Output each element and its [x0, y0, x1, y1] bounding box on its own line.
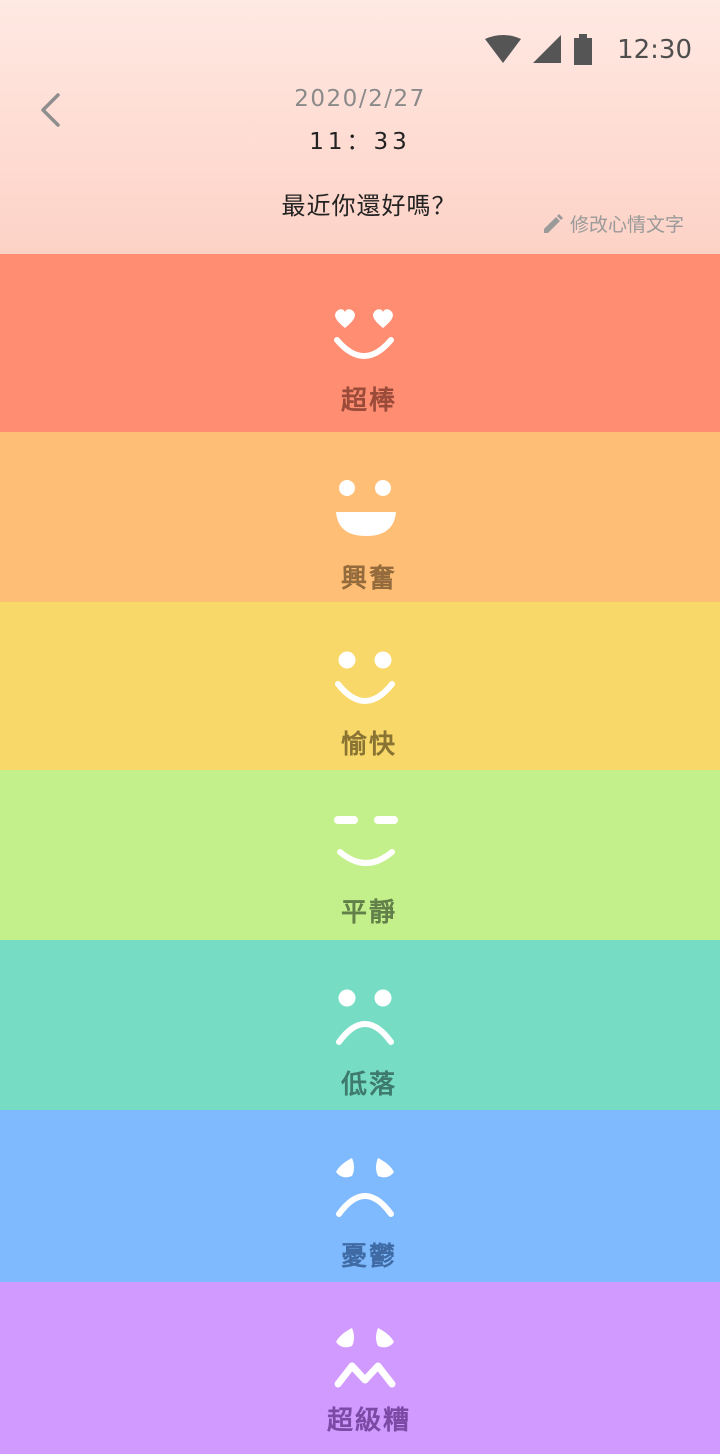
pencil-icon	[543, 213, 563, 233]
mood-option-terrible[interactable]: 超級糟	[0, 1282, 720, 1454]
big-grin-icon	[336, 480, 396, 536]
calm-face-icon	[334, 816, 398, 866]
header: 12:30 2020/2/27 11：33 最近你還好嗎？ 修改心情文字	[0, 0, 720, 254]
mood-label: 超棒	[340, 386, 397, 416]
mood-option-great[interactable]: 超棒	[0, 254, 720, 432]
mood-option-happy[interactable]: 愉快	[0, 602, 720, 770]
status-bar: 12:30	[485, 28, 692, 72]
mood-option-calm[interactable]: 平靜	[0, 770, 720, 940]
mood-label: 低落	[340, 1070, 397, 1100]
mood-option-down[interactable]: 低落	[0, 940, 720, 1110]
smile-icon	[335, 651, 395, 704]
mood-option-depressed[interactable]: 憂鬱	[0, 1110, 720, 1282]
mood-label: 平靜	[340, 898, 397, 928]
wifi-icon	[485, 35, 522, 63]
battery-icon	[574, 34, 593, 65]
mood-label: 興奮	[340, 564, 397, 594]
cell-signal-icon	[533, 35, 562, 63]
edit-mood-text-label: 修改心情文字	[569, 214, 684, 236]
mood-label: 超級糟	[326, 1406, 411, 1436]
entry-date: 2020/2/27	[294, 86, 426, 112]
edit-mood-text-button[interactable]: 修改心情文字	[542, 210, 684, 237]
entry-time: 11：33	[309, 129, 411, 155]
mood-list: 超棒 興奮 愉快 平靜 低落 憂鬱 超級糟	[0, 254, 720, 1454]
heart-eyes-smile-icon	[334, 309, 394, 359]
mood-option-excited[interactable]: 興奮	[0, 432, 720, 602]
mood-label: 憂鬱	[340, 1242, 397, 1272]
frown-icon	[336, 989, 394, 1045]
mood-label: 愉快	[340, 730, 397, 760]
status-time: 12:30	[617, 35, 692, 65]
worried-face-icon	[336, 1158, 394, 1217]
terrible-face-icon	[334, 1328, 396, 1388]
